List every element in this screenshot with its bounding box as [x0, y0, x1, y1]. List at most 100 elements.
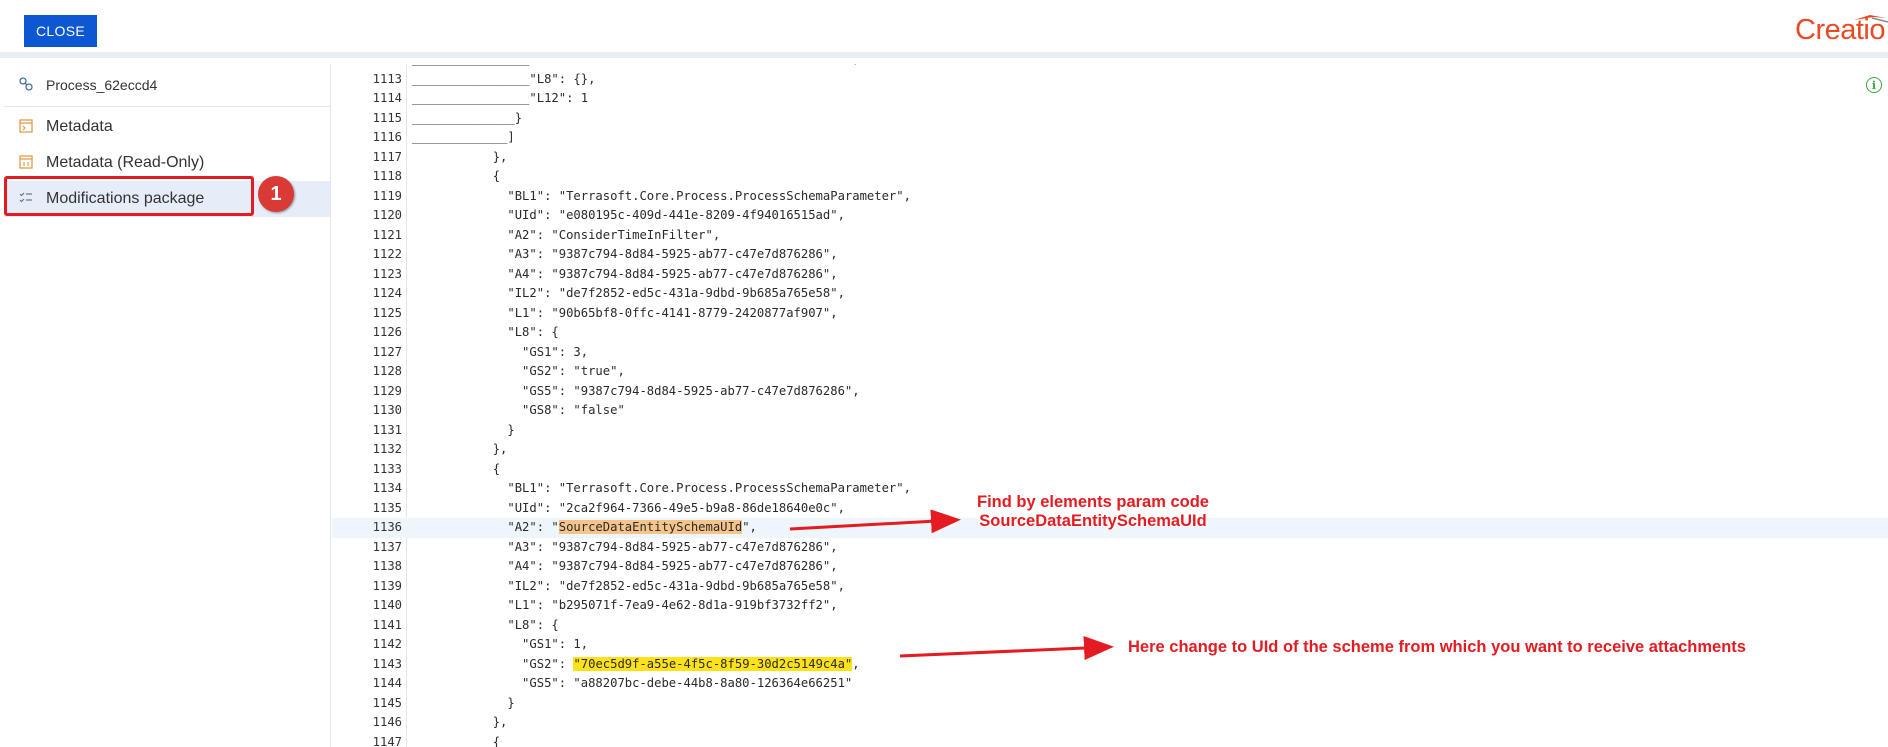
- line-number: 1116: [372, 130, 402, 144]
- line-number: 1141: [372, 617, 402, 632]
- line-number: 1136: [372, 520, 402, 534]
- line-number: 1135: [372, 500, 402, 515]
- top-bar: CLOSE Creatio: [0, 0, 1888, 58]
- sidebar-item-metadata[interactable]: Metadata: [4, 109, 330, 145]
- code-line[interactable]: 1146 },: [332, 713, 1888, 733]
- sidebar-item-label: Metadata (Read-Only): [46, 154, 205, 171]
- line-text: "A3": "9387c794-8d84-5925-ab77-c47e7d876…: [412, 247, 838, 261]
- line-number: 1132: [372, 442, 402, 456]
- highlighted-text: "70ec5d9f-a55e-4f5c-8f59-30d2c5149c4a": [573, 656, 853, 671]
- line-number: 1128: [372, 364, 402, 378]
- line-text: "BL1": "Terrasoft.Core.Process.ProcessSc…: [412, 481, 911, 495]
- code-line[interactable]: 1119 "BL1": "Terrasoft.Core.Process.Proc…: [332, 187, 1888, 207]
- code-line[interactable]: 1122 "A3": "9387c794-8d84-5925-ab77-c47e…: [332, 245, 1888, 265]
- metadata-icon: [18, 118, 36, 136]
- line-text: "GS1": 3,: [412, 344, 589, 359]
- line-text: ________________"L8": {},: [412, 71, 596, 86]
- line-text: "GS2": "70ec5d9f-a55e-4f5c-8f59-30d2c514…: [412, 656, 860, 671]
- line-number: 1140: [372, 598, 402, 612]
- code-line[interactable]: 1118 {: [332, 167, 1888, 187]
- line-text: }: [412, 422, 515, 437]
- line-text: "A4": "9387c794-8d84-5925-ab77-c47e7d876…: [412, 559, 838, 573]
- line-text: "L1": "b295071f-7ea9-4e62-8d1a-919bf3732…: [412, 598, 838, 612]
- line-text: "A2": "SourceDataEntitySchemaUId",: [412, 520, 757, 534]
- line-number: 1118: [372, 169, 402, 183]
- line-number: 1144: [372, 676, 402, 690]
- line-text: "UId": "e080195c-409d-441e-8209-4f940165…: [412, 208, 845, 222]
- code-line[interactable]: 1121 "A2": "ConsiderTimeInFilter",: [332, 226, 1888, 246]
- code-line[interactable]: 1117 },: [332, 148, 1888, 168]
- code-line[interactable]: 1143 "GS2": "70ec5d9f-a55e-4f5c-8f59-30d…: [332, 655, 1888, 675]
- line-text: "IL2": "de7f2852-ed5c-431a-9dbd-9b685a76…: [412, 286, 845, 300]
- code-line[interactable]: 1132 },: [332, 440, 1888, 460]
- line-number: 1121: [372, 227, 402, 242]
- code-line[interactable]: 1131 }: [332, 421, 1888, 441]
- line-text: "L8": {: [412, 617, 559, 632]
- line-text: },: [412, 442, 508, 456]
- line-number: 1137: [372, 539, 402, 554]
- line-text: "A2": "ConsiderTimeInFilter",: [412, 227, 721, 242]
- line-text: "GS5": "9387c794-8d84-5925-ab77-c47e7d87…: [412, 383, 860, 398]
- code-line[interactable]: 1147 {: [332, 733, 1888, 747]
- info-icon[interactable]: i: [1866, 77, 1882, 93]
- code-line[interactable]: 1137 "A3": "9387c794-8d84-5925-ab77-c47e…: [332, 538, 1888, 558]
- line-number: 1122: [372, 247, 402, 261]
- code-line[interactable]: 1123 "A4": "9387c794-8d84-5925-ab77-c47e…: [332, 265, 1888, 285]
- code-line[interactable]: 1120 "UId": "e080195c-409d-441e-8209-4f9…: [332, 206, 1888, 226]
- line-text: "GS1": 1,: [412, 637, 589, 651]
- code-line[interactable]: 1140 "L1": "b295071f-7ea9-4e62-8d1a-919b…: [332, 596, 1888, 616]
- code-line[interactable]: 1133 {: [332, 460, 1888, 480]
- code-line[interactable]: 1128 "GS2": "true",: [332, 362, 1888, 382]
- code-line[interactable]: 1144 "GS5": "a88207bc-debe-44b8-8a80-126…: [332, 674, 1888, 694]
- line-number: 1139: [372, 578, 402, 593]
- code-line[interactable]: 1124 "IL2": "de7f2852-ed5c-431a-9dbd-9b6…: [332, 284, 1888, 304]
- line-text: }: [412, 695, 515, 710]
- highlighted-text: SourceDataEntitySchemaUId: [558, 520, 743, 534]
- line-text: "A3": "9387c794-8d84-5925-ab77-c47e7d876…: [412, 539, 838, 554]
- sidebar: Process_62eccd4 Metadata Metadata (Read-…: [4, 64, 331, 747]
- code-line[interactable]: 1116 _____________]: [332, 128, 1888, 148]
- line-number: 1126: [372, 325, 402, 339]
- close-button[interactable]: CLOSE: [24, 15, 97, 47]
- line-text: ______________}: [412, 110, 523, 125]
- line-number: 1138: [372, 559, 402, 573]
- line-number: 1143: [372, 656, 402, 671]
- line-text: "IL2": "de7f2852-ed5c-431a-9dbd-9b685a76…: [412, 578, 845, 593]
- line-number: 1114: [372, 91, 402, 105]
- line-number: 1113: [372, 71, 402, 86]
- line-number: 1145: [372, 695, 402, 710]
- code-line[interactable]: 1127 "GS1": 3,: [332, 343, 1888, 363]
- annotation-find-line1: Find by elements param code: [977, 493, 1209, 511]
- process-header[interactable]: Process_62eccd4: [4, 64, 330, 107]
- code-line[interactable]: 1126 "L8": {: [332, 323, 1888, 343]
- line-text: ________________"L12": 1: [412, 91, 589, 105]
- code-line[interactable]: 1145 }: [332, 694, 1888, 714]
- highlight-box: [4, 176, 254, 216]
- line-text: {: [412, 734, 501, 747]
- line-number: 1131: [372, 422, 402, 437]
- line-text: },: [412, 715, 508, 729]
- code-line[interactable]: 1130 "GS8": "false": [332, 401, 1888, 421]
- line-number: 1142: [372, 637, 402, 651]
- code-line[interactable]: 1125 "L1": "90b65bf8-0ffc-4141-8779-2420…: [332, 304, 1888, 324]
- code-line[interactable]: 1113 ________________"L8": {},: [332, 70, 1888, 90]
- line-text: "UId": "2ca2f964-7366-49e5-b9a8-86de1864…: [412, 500, 845, 515]
- line-number: 1127: [372, 344, 402, 359]
- logo-swoosh-icon: [1854, 15, 1888, 23]
- sidebar-item-label: Metadata: [46, 118, 113, 135]
- line-number: 1124: [372, 286, 402, 300]
- annotation-find-line2: SourceDataEntitySchemaUId: [979, 512, 1207, 530]
- code-line[interactable]: 1141 "L8": {: [332, 616, 1888, 636]
- code-line[interactable]: 1114 ________________"L12": 1: [332, 89, 1888, 109]
- line-number: 1120: [372, 208, 402, 222]
- line-number: 1146: [372, 715, 402, 729]
- line-number: 1117: [372, 149, 402, 164]
- line-text: "GS8": "false": [412, 403, 625, 417]
- code-line[interactable]: 1138 "A4": "9387c794-8d84-5925-ab77-c47e…: [332, 557, 1888, 577]
- code-line[interactable]: 1139 "IL2": "de7f2852-ed5c-431a-9dbd-9b6…: [332, 577, 1888, 597]
- code-line[interactable]: 1129 "GS5": "9387c794-8d84-5925-ab77-c47…: [332, 382, 1888, 402]
- line-text: {: [412, 461, 501, 476]
- annotation-change: Here change to UId of the scheme from wh…: [1128, 638, 1746, 656]
- code-line[interactable]: 1115 ______________}: [332, 109, 1888, 129]
- line-number: 1125: [372, 305, 402, 320]
